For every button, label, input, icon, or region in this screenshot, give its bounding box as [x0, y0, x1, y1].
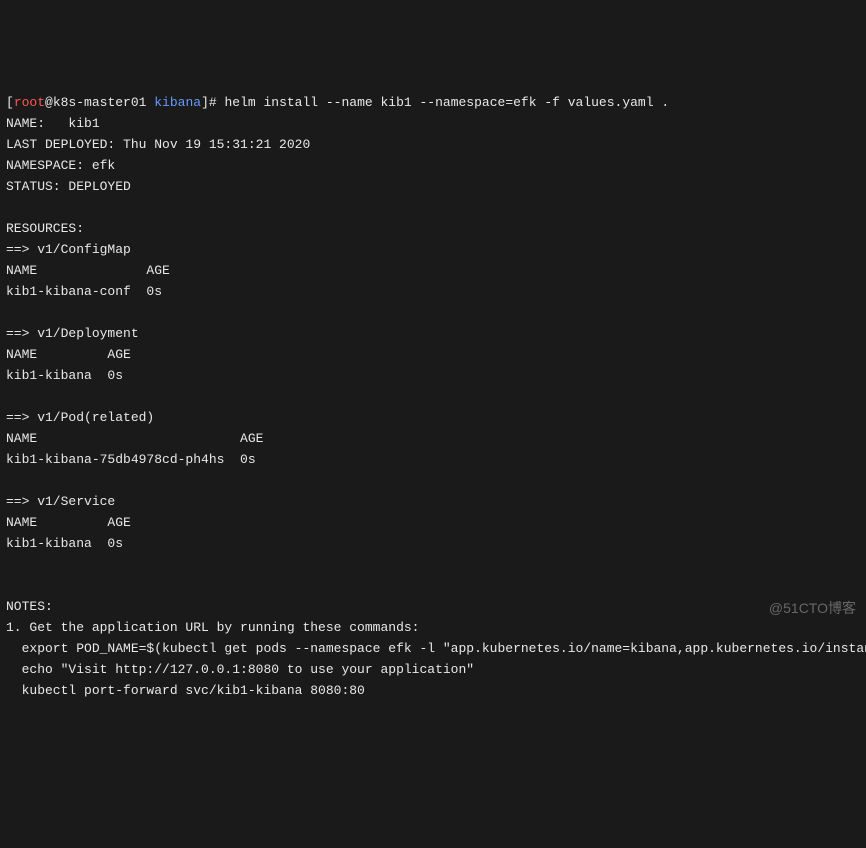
prompt-dir: kibana: [154, 95, 201, 110]
section-deployment-cols: NAME AGE: [6, 347, 131, 362]
section-service-cols: NAME AGE: [6, 515, 131, 530]
section-service-header: ==> v1/Service: [6, 494, 115, 509]
section-pod-row: kib1-kibana-75db4978cd-ph4hs 0s: [6, 452, 256, 467]
section-configmap-header: ==> v1/ConfigMap: [6, 242, 131, 257]
notes-line-1: 1. Get the application URL by running th…: [6, 620, 419, 635]
resources-label: RESOURCES:: [6, 221, 84, 236]
section-service-row: kib1-kibana 0s: [6, 536, 123, 551]
output-last-deployed: LAST DEPLOYED: Thu Nov 19 15:31:21 2020: [6, 137, 310, 152]
section-configmap-cols: NAME AGE: [6, 263, 170, 278]
output-status: STATUS: DEPLOYED: [6, 179, 131, 194]
notes-line-2: export POD_NAME=$(kubectl get pods --nam…: [6, 641, 866, 656]
notes-label: NOTES:: [6, 599, 53, 614]
prompt-user: root: [14, 95, 45, 110]
prompt-host: @k8s-master01: [45, 95, 154, 110]
section-deployment-row: kib1-kibana 0s: [6, 368, 123, 383]
watermark: @51CTO博客: [769, 598, 856, 619]
section-deployment-header: ==> v1/Deployment: [6, 326, 139, 341]
section-pod-header: ==> v1/Pod(related): [6, 410, 154, 425]
prompt-open: [: [6, 95, 14, 110]
terminal[interactable]: [root@k8s-master01 kibana]# helm install…: [6, 92, 860, 701]
section-pod-cols: NAME AGE: [6, 431, 263, 446]
section-configmap-row: kib1-kibana-conf 0s: [6, 284, 162, 299]
prompt-close: ]#: [201, 95, 224, 110]
notes-line-4: kubectl port-forward svc/kib1-kibana 808…: [6, 683, 365, 698]
output-name: NAME: kib1: [6, 116, 100, 131]
notes-line-3: echo "Visit http://127.0.0.1:8080 to use…: [6, 662, 474, 677]
command-text: helm install --name kib1 --namespace=efk…: [224, 95, 669, 110]
output-namespace: NAMESPACE: efk: [6, 158, 115, 173]
